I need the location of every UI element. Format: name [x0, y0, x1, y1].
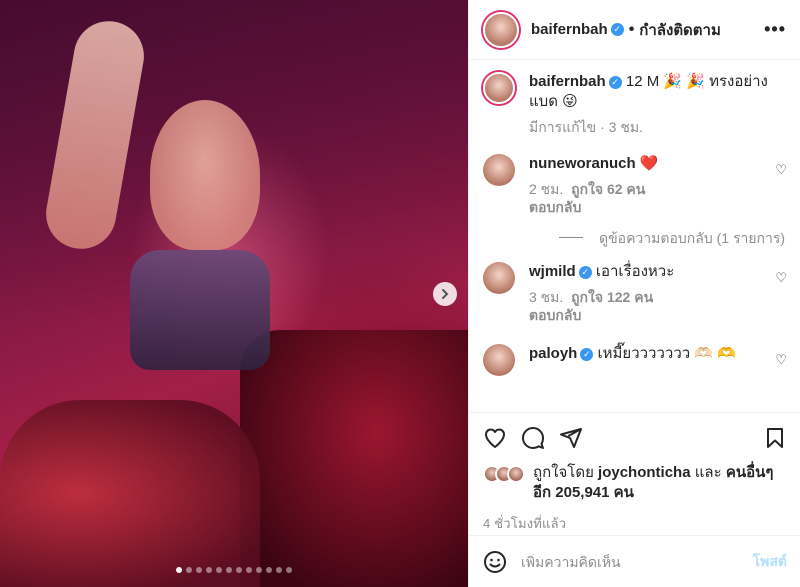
reply-button[interactable]: ตอบกลับ: [529, 307, 581, 323]
list-item: wjmild ✓ เอาเรื่องหวะ 3 ชม. ถูกใจ 122 คน …: [483, 262, 787, 324]
heart-icon[interactable]: [483, 426, 507, 450]
carousel-dot: [206, 567, 212, 573]
comment-username[interactable]: nuneworanuch: [529, 155, 636, 172]
post-sidebar: baifernbah ✓ • กำลังติดตาม ••• baifernba…: [468, 0, 800, 587]
post-header: baifernbah ✓ • กำลังติดตาม •••: [469, 0, 800, 60]
comment-likes[interactable]: ถูกใจ 62 คน: [571, 181, 645, 197]
replies-divider: [559, 228, 583, 238]
carousel-dot: [186, 567, 192, 573]
comment-username[interactable]: wjmild: [529, 263, 576, 280]
list-item: paloyh ✓ เหมี๊ยววววววว 🫶🏻 🫶 ♡: [483, 344, 787, 376]
more-options-icon[interactable]: •••: [764, 19, 786, 40]
post-button[interactable]: โพสต์: [753, 551, 787, 573]
comment-meta: 2 ชม. ถูกใจ 62 คน ตอบกลับ: [529, 180, 763, 216]
post-photo[interactable]: [0, 0, 468, 587]
liker-avatars: [483, 465, 525, 483]
bookmark-icon[interactable]: [763, 426, 787, 450]
comment-text: เอาเรื่องหวะ: [595, 263, 675, 280]
header-username[interactable]: baifernbah: [531, 21, 608, 38]
comment-time: 2 ชม.: [529, 181, 564, 197]
likes-summary: ถูกใจโดย joychonticha และ คนอื่นๆ อีก 20…: [483, 463, 787, 503]
photo-face: [150, 100, 260, 250]
carousel-dot: [176, 567, 182, 573]
comment-input[interactable]: [521, 553, 753, 570]
avatar: [507, 465, 525, 483]
comment-text: เหมี๊ยววววววว 🫶🏻 🫶: [597, 345, 736, 362]
avatar[interactable]: [483, 344, 515, 376]
carousel-dot: [286, 567, 292, 573]
caption: baifernbah ✓ 12 M 🎉 🎉 ทรงอย่างแบด 😜 มีการ…: [483, 72, 787, 136]
comment-time: 3 ชม.: [529, 289, 564, 305]
verified-icon: ✓: [610, 23, 624, 36]
carousel-dots: [0, 567, 468, 573]
heart-icon[interactable]: ♡: [775, 162, 787, 178]
avatar[interactable]: [483, 262, 515, 294]
verified-icon: ✓: [580, 347, 594, 361]
comment-icon[interactable]: [521, 426, 545, 450]
comments-list[interactable]: baifernbah ✓ 12 M 🎉 🎉 ทรงอย่างแบด 😜 มีการ…: [469, 60, 800, 412]
post-timestamp[interactable]: 4 ชั่วโมงที่แล้ว: [483, 513, 787, 534]
comment-text: ❤️: [639, 155, 659, 172]
carousel-dot: [236, 567, 242, 573]
verified-icon: ✓: [578, 265, 592, 279]
emoji-icon[interactable]: [483, 550, 507, 574]
verified-icon: ✓: [608, 75, 622, 89]
list-item: nuneworanuch ❤️ 2 ชม. ถูกใจ 62 คน ตอบกลั…: [483, 154, 787, 216]
view-replies-label: ดูข้อความตอบกลับ (1 รายการ): [599, 230, 786, 246]
reply-button[interactable]: ตอบกลับ: [529, 199, 581, 215]
following-button[interactable]: กำลังติดตาม: [639, 18, 754, 42]
carousel-dot: [226, 567, 232, 573]
heart-icon[interactable]: ♡: [775, 270, 787, 286]
photo-legs: [0, 400, 260, 587]
comment-likes[interactable]: ถูกใจ 122 คน: [571, 289, 653, 305]
comment-meta: 3 ชม. ถูกใจ 122 คน ตอบกลับ: [529, 288, 763, 324]
carousel-dot: [196, 567, 202, 573]
liker-username[interactable]: joychonticha: [598, 464, 691, 481]
add-comment-bar: โพสต์: [469, 535, 800, 587]
header-separator: •: [628, 20, 635, 38]
avatar[interactable]: [483, 154, 515, 186]
photo-top: [130, 250, 270, 370]
caption-meta: มีการแก้ไข · 3 ชม.: [529, 119, 643, 135]
carousel-dot: [256, 567, 262, 573]
carousel-dot: [266, 567, 272, 573]
share-icon[interactable]: [559, 426, 583, 450]
chevron-right-icon: [442, 289, 449, 299]
view-replies-button[interactable]: ดูข้อความตอบกลับ (1 รายการ): [559, 228, 787, 248]
caption-username[interactable]: baifernbah: [529, 73, 606, 90]
photo-sofa: [240, 330, 468, 587]
carousel-dot: [246, 567, 252, 573]
comment-username[interactable]: paloyh: [529, 345, 577, 362]
avatar[interactable]: [483, 72, 515, 104]
avatar[interactable]: [483, 11, 519, 48]
carousel-dot: [276, 567, 282, 573]
heart-icon[interactable]: ♡: [775, 352, 787, 368]
carousel-dot: [216, 567, 222, 573]
likes-and: และ: [694, 464, 722, 481]
likes-prefix: ถูกใจโดย: [533, 464, 594, 481]
next-slide-button[interactable]: [433, 282, 457, 306]
post-actions: ถูกใจโดย joychonticha และ คนอื่นๆ อีก 20…: [469, 412, 800, 534]
action-icons: [483, 423, 787, 453]
